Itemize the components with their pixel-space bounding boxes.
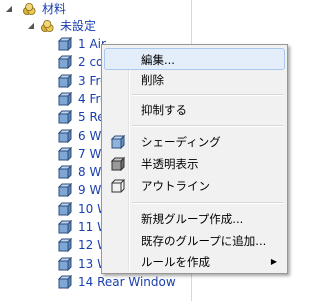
material-cube-icon: [58, 146, 72, 161]
expand-arrow-icon[interactable]: ◢: [26, 17, 36, 35]
materials-folder-icon: [23, 3, 36, 15]
menu-item-translucent[interactable]: 半透明表示: [104, 153, 285, 175]
tree-node-label: 材料: [42, 2, 67, 16]
menu-item-label: シェーディング: [141, 135, 221, 149]
menu-item-shading[interactable]: シェーディング: [104, 131, 285, 153]
menu-item-suppress[interactable]: 抑制する: [104, 99, 285, 121]
tree-item-label: 14 Rear Window: [78, 274, 176, 289]
material-cube-icon: [58, 91, 72, 106]
material-cube-icon: [58, 55, 72, 70]
tree-item-label: 2 co: [78, 55, 104, 70]
tree-node-materials[interactable]: ◢ 材料: [0, 0, 190, 18]
material-cube-icon: [58, 110, 72, 125]
menu-separator: [132, 125, 283, 127]
translucent-cube-icon: [110, 156, 126, 172]
material-cube-icon: [58, 274, 72, 289]
material-cube-icon: [58, 201, 72, 216]
menu-item-label: ルールを作成: [141, 255, 210, 269]
menu-item-outline[interactable]: アウトライン: [104, 175, 285, 197]
menu-item-label: 抑制する: [141, 103, 187, 117]
tree-node-unset-group[interactable]: ◢ 未設定: [0, 17, 190, 35]
material-cube-icon: [58, 165, 72, 180]
tree-node-label: 未設定: [60, 19, 97, 33]
tree-item-material[interactable]: 14 Rear Window: [0, 273, 190, 291]
material-cube-icon: [58, 220, 72, 234]
submenu-arrow-icon: ▶: [270, 257, 277, 266]
material-cube-icon: [58, 128, 72, 143]
menu-item-label: 既存のグループに追加...: [141, 234, 267, 248]
menu-item-create-rule[interactable]: ルールを作成 ▶: [104, 251, 285, 273]
menu-item-edit[interactable]: 編集...: [104, 48, 285, 70]
material-cube-icon: [58, 256, 72, 271]
menu-item-label: 半透明表示: [141, 157, 199, 171]
menu-separator: [132, 94, 283, 96]
menu-separator: [132, 202, 283, 204]
shading-cube-icon: [110, 134, 126, 150]
menu-item-label: アウトライン: [141, 179, 210, 193]
menu-item-label: 新規グループ作成...: [141, 212, 244, 226]
material-cube-icon: [58, 183, 72, 198]
menu-item-delete[interactable]: 削除: [104, 69, 285, 91]
expand-arrow-icon[interactable]: ◢: [4, 0, 14, 18]
context-menu: 編集... 削除 抑制する シェーディング 半透明表示 アウトライン 新規グルー…: [101, 44, 288, 274]
menu-item-new-group[interactable]: 新規グループ作成...: [104, 208, 285, 230]
menu-item-add-to-group[interactable]: 既存のグループに追加...: [104, 230, 285, 252]
material-cube-icon: [58, 238, 72, 253]
material-cube-icon: [58, 73, 72, 88]
outline-cube-icon: [111, 179, 126, 193]
material-cube-icon: [58, 37, 72, 51]
group-folder-icon: [41, 20, 54, 32]
menu-item-label: 編集...: [141, 53, 175, 67]
menu-item-label: 削除: [141, 73, 164, 87]
